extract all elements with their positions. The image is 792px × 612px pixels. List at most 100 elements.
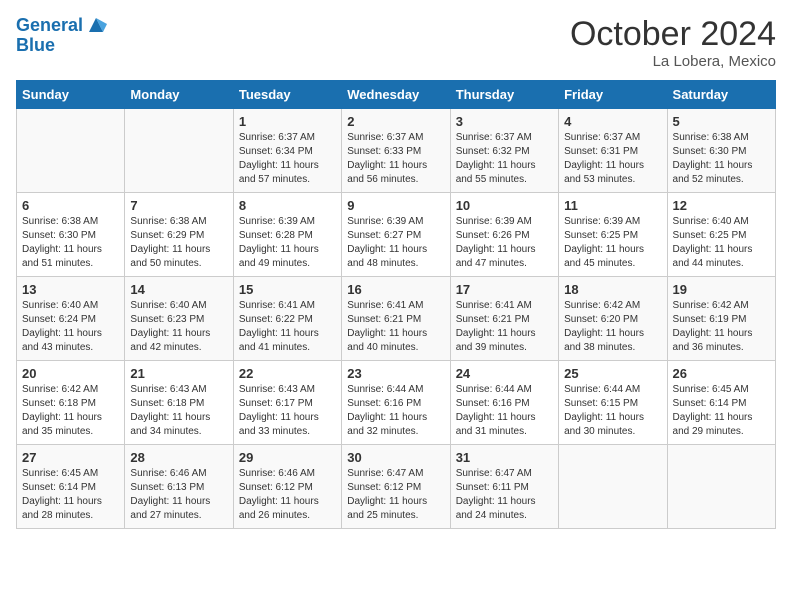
day-number: 29 xyxy=(239,450,336,465)
day-info: Sunrise: 6:39 AMSunset: 6:26 PMDaylight:… xyxy=(456,215,553,271)
calendar-cell: 2Sunrise: 6:37 AMSunset: 6:33 PMDaylight… xyxy=(342,109,450,193)
day-number: 25 xyxy=(564,366,661,381)
day-info: Sunrise: 6:37 AMSunset: 6:31 PMDaylight:… xyxy=(564,131,661,187)
day-info: Sunrise: 6:44 AMSunset: 6:15 PMDaylight:… xyxy=(564,383,661,439)
day-number: 19 xyxy=(673,282,770,297)
calendar-cell: 9Sunrise: 6:39 AMSunset: 6:27 PMDaylight… xyxy=(342,193,450,277)
day-number: 5 xyxy=(673,114,770,129)
calendar-cell: 12 Sunrise: 6:40 AMSunset: 6:25 PMDayligh… xyxy=(667,193,775,277)
day-number: 7 xyxy=(130,198,227,213)
day-number: 8 xyxy=(239,198,336,213)
day-number: 28 xyxy=(130,450,227,465)
weekday-header-saturday: Saturday xyxy=(667,81,775,109)
day-info: Sunrise: 6:40 AMSunset: 6:23 PMDaylight:… xyxy=(130,299,227,355)
calendar-cell: 31 Sunrise: 6:47 AMSunset: 6:11 PMDayligh… xyxy=(450,445,558,529)
day-number: 26 xyxy=(673,366,770,381)
calendar-week-5: 27 Sunrise: 6:45 AMSunset: 6:14 PMDayligh… xyxy=(17,445,776,529)
calendar-week-3: 13 Sunrise: 6:40 AMSunset: 6:24 PMDayligh… xyxy=(17,277,776,361)
day-info: Sunrise: 6:44 AMSunset: 6:16 PMDaylight:… xyxy=(347,383,444,439)
weekday-header-wednesday: Wednesday xyxy=(342,81,450,109)
weekday-header-tuesday: Tuesday xyxy=(233,81,341,109)
calendar-cell: 14 Sunrise: 6:40 AMSunset: 6:23 PMDayligh… xyxy=(125,277,233,361)
logo-icon xyxy=(85,14,107,36)
calendar-cell: 13 Sunrise: 6:40 AMSunset: 6:24 PMDayligh… xyxy=(17,277,125,361)
day-number: 17 xyxy=(456,282,553,297)
location: La Lobera, Mexico xyxy=(570,53,776,70)
day-number: 30 xyxy=(347,450,444,465)
calendar-cell: 26Sunrise: 6:45 AMSunset: 6:14 PMDayligh… xyxy=(667,361,775,445)
weekday-header-sunday: Sunday xyxy=(17,81,125,109)
day-info: Sunrise: 6:40 AMSunset: 6:24 PMDaylight:… xyxy=(22,299,119,355)
calendar-cell: 25 Sunrise: 6:44 AMSunset: 6:15 PMDayligh… xyxy=(559,361,667,445)
day-number: 1 xyxy=(239,114,336,129)
calendar-cell: 20 Sunrise: 6:42 AMSunset: 6:18 PMDayligh… xyxy=(17,361,125,445)
page-container: General Blue October 2024 La Lobera, Mex… xyxy=(0,0,792,539)
weekday-header-friday: Friday xyxy=(559,81,667,109)
logo-blue-text: Blue xyxy=(16,36,107,56)
day-info: Sunrise: 6:45 AMSunset: 6:14 PMDaylight:… xyxy=(22,467,119,523)
day-number: 31 xyxy=(456,450,553,465)
day-info: Sunrise: 6:41 AMSunset: 6:21 PMDaylight:… xyxy=(456,299,553,355)
calendar-week-4: 20 Sunrise: 6:42 AMSunset: 6:18 PMDayligh… xyxy=(17,361,776,445)
day-info: Sunrise: 6:43 AMSunset: 6:18 PMDaylight:… xyxy=(130,383,227,439)
calendar-cell xyxy=(559,445,667,529)
day-number: 22 xyxy=(239,366,336,381)
calendar-week-2: 6 Sunrise: 6:38 AMSunset: 6:30 PMDaylight… xyxy=(17,193,776,277)
day-info: Sunrise: 6:46 AMSunset: 6:13 PMDaylight:… xyxy=(130,467,227,523)
day-info: Sunrise: 6:42 AMSunset: 6:19 PMDaylight:… xyxy=(673,299,770,355)
day-number: 15 xyxy=(239,282,336,297)
calendar-table: SundayMondayTuesdayWednesdayThursdayFrid… xyxy=(16,80,776,529)
calendar-cell xyxy=(125,109,233,193)
day-number: 21 xyxy=(130,366,227,381)
calendar-cell: 23 Sunrise: 6:44 AMSunset: 6:16 PMDayligh… xyxy=(342,361,450,445)
day-info: Sunrise: 6:39 AMSunset: 6:28 PMDaylight:… xyxy=(239,215,336,271)
day-number: 6 xyxy=(22,198,119,213)
day-info: Sunrise: 6:39 AMSunset: 6:27 PMDaylight:… xyxy=(347,215,444,271)
day-number: 10 xyxy=(456,198,553,213)
logo-text: General xyxy=(16,16,83,36)
calendar-cell: 29Sunrise: 6:46 AMSunset: 6:12 PMDayligh… xyxy=(233,445,341,529)
day-number: 14 xyxy=(130,282,227,297)
day-number: 13 xyxy=(22,282,119,297)
calendar-cell: 16Sunrise: 6:41 AMSunset: 6:21 PMDayligh… xyxy=(342,277,450,361)
day-info: Sunrise: 6:42 AMSunset: 6:20 PMDaylight:… xyxy=(564,299,661,355)
day-number: 16 xyxy=(347,282,444,297)
calendar-cell: 6 Sunrise: 6:38 AMSunset: 6:30 PMDaylight… xyxy=(17,193,125,277)
day-info: Sunrise: 6:47 AMSunset: 6:11 PMDaylight:… xyxy=(456,467,553,523)
calendar-cell: 27 Sunrise: 6:45 AMSunset: 6:14 PMDayligh… xyxy=(17,445,125,529)
calendar-cell: 30 Sunrise: 6:47 AMSunset: 6:12 PMDayligh… xyxy=(342,445,450,529)
calendar-cell: 3Sunrise: 6:37 AMSunset: 6:32 PMDaylight… xyxy=(450,109,558,193)
calendar-cell xyxy=(667,445,775,529)
day-info: Sunrise: 6:40 AMSunset: 6:25 PMDaylight:… xyxy=(673,215,770,271)
day-number: 20 xyxy=(22,366,119,381)
calendar-cell: 7 Sunrise: 6:38 AMSunset: 6:29 PMDaylight… xyxy=(125,193,233,277)
day-info: Sunrise: 6:42 AMSunset: 6:18 PMDaylight:… xyxy=(22,383,119,439)
calendar-cell: 21 Sunrise: 6:43 AMSunset: 6:18 PMDayligh… xyxy=(125,361,233,445)
day-number: 24 xyxy=(456,366,553,381)
calendar-cell: 4 Sunrise: 6:37 AMSunset: 6:31 PMDaylight… xyxy=(559,109,667,193)
day-info: Sunrise: 6:37 AMSunset: 6:34 PMDaylight:… xyxy=(239,131,336,187)
calendar-header: SundayMondayTuesdayWednesdayThursdayFrid… xyxy=(17,81,776,109)
calendar-cell: 18Sunrise: 6:42 AMSunset: 6:20 PMDayligh… xyxy=(559,277,667,361)
day-info: Sunrise: 6:38 AMSunset: 6:30 PMDaylight:… xyxy=(673,131,770,187)
day-info: Sunrise: 6:38 AMSunset: 6:30 PMDaylight:… xyxy=(22,215,119,271)
day-number: 12 xyxy=(673,198,770,213)
day-info: Sunrise: 6:43 AMSunset: 6:17 PMDaylight:… xyxy=(239,383,336,439)
day-info: Sunrise: 6:47 AMSunset: 6:12 PMDaylight:… xyxy=(347,467,444,523)
day-number: 23 xyxy=(347,366,444,381)
calendar-cell: 24Sunrise: 6:44 AMSunset: 6:16 PMDayligh… xyxy=(450,361,558,445)
calendar-cell: 11Sunrise: 6:39 AMSunset: 6:25 PMDayligh… xyxy=(559,193,667,277)
calendar-cell: 19 Sunrise: 6:42 AMSunset: 6:19 PMDayligh… xyxy=(667,277,775,361)
calendar-body: 1 Sunrise: 6:37 AMSunset: 6:34 PMDaylight… xyxy=(17,109,776,529)
weekday-header-monday: Monday xyxy=(125,81,233,109)
day-info: Sunrise: 6:41 AMSunset: 6:22 PMDaylight:… xyxy=(239,299,336,355)
day-info: Sunrise: 6:38 AMSunset: 6:29 PMDaylight:… xyxy=(130,215,227,271)
day-number: 4 xyxy=(564,114,661,129)
title-block: October 2024 La Lobera, Mexico xyxy=(570,16,776,70)
calendar-cell: 17 Sunrise: 6:41 AMSunset: 6:21 PMDayligh… xyxy=(450,277,558,361)
calendar-cell: 28 Sunrise: 6:46 AMSunset: 6:13 PMDayligh… xyxy=(125,445,233,529)
day-number: 27 xyxy=(22,450,119,465)
calendar-cell: 22 Sunrise: 6:43 AMSunset: 6:17 PMDayligh… xyxy=(233,361,341,445)
calendar-cell: 10 Sunrise: 6:39 AMSunset: 6:26 PMDayligh… xyxy=(450,193,558,277)
day-info: Sunrise: 6:39 AMSunset: 6:25 PMDaylight:… xyxy=(564,215,661,271)
